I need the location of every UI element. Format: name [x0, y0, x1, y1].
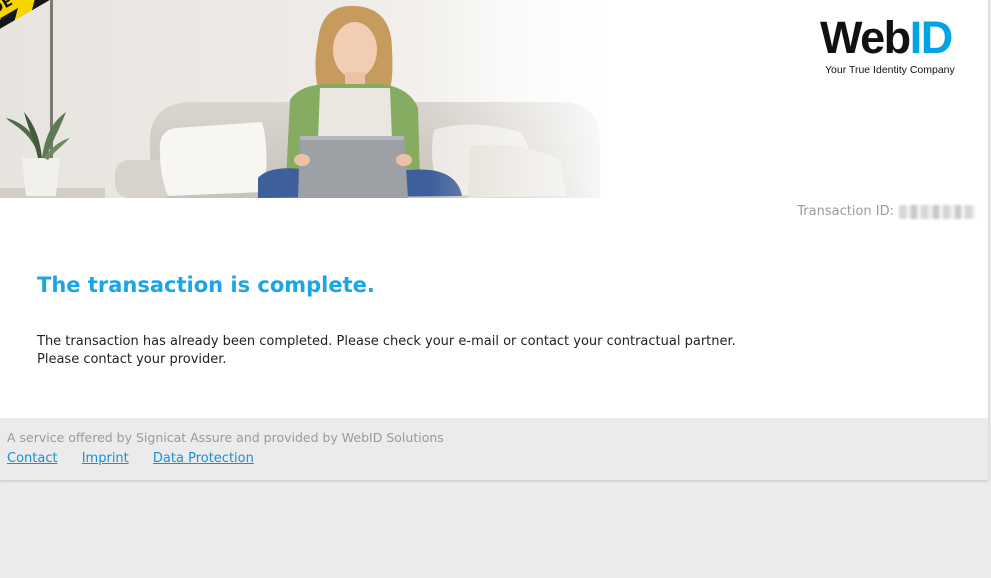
hero-fade	[430, 0, 650, 198]
logo-id: ID	[909, 12, 954, 63]
footer-service-text: A service offered by Signicat Assure and…	[7, 430, 444, 445]
footer-links: Contact Imprint Data Protection	[7, 451, 274, 466]
transaction-id-label: Transaction ID:	[797, 204, 894, 219]
contact-link[interactable]: Contact	[7, 451, 58, 466]
webid-logo: WebID Your True Identity Company	[820, 12, 975, 82]
page-title: The transaction is complete.	[37, 273, 375, 297]
logo-wordmark: WebID	[820, 12, 954, 64]
status-message-line-1: The transaction has already been complet…	[37, 334, 736, 349]
logo-web: Web	[820, 12, 911, 63]
transaction-id-value-redacted	[899, 204, 975, 219]
data-protection-link[interactable]: Data Protection	[153, 451, 254, 466]
hero-banner: MODE TESTMODE WebID Your True Identity C…	[0, 0, 988, 198]
footer: A service offered by Signicat Assure and…	[0, 418, 988, 480]
logo-tagline: Your True Identity Company	[825, 64, 955, 76]
status-message: The transaction has already been complet…	[37, 333, 736, 369]
imprint-link[interactable]: Imprint	[82, 451, 129, 466]
transaction-id: Transaction ID:	[797, 204, 975, 219]
main-card: MODE TESTMODE WebID Your True Identity C…	[0, 0, 988, 480]
status-message-line-2: Please contact your provider.	[37, 352, 227, 367]
